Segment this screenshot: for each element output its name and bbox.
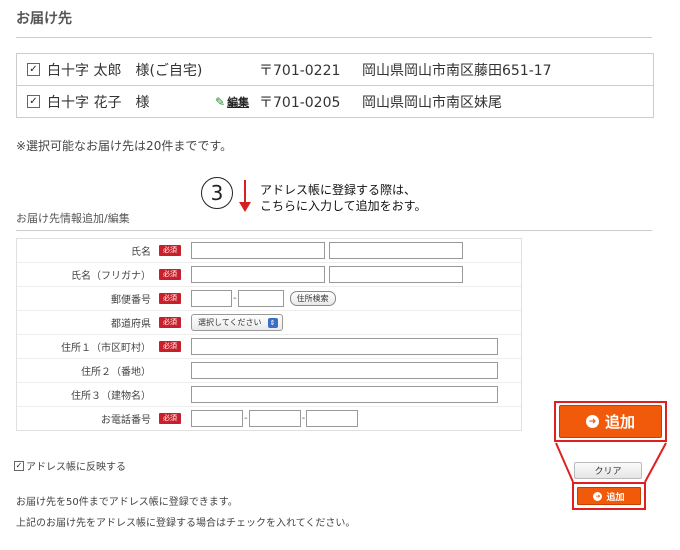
address-text: 岡山県岡山市南区藤田651-17 bbox=[362, 62, 552, 79]
first-name-kana-input[interactable] bbox=[329, 266, 463, 283]
address-row: ✓ 白十字 太郎 様(ご自宅) 〒701-0221 岡山県岡山市南区藤田651-… bbox=[17, 54, 653, 85]
arrow-right-circle-icon: ➜ bbox=[593, 491, 603, 501]
limit-note: ※選択可能なお届け先は20件までです。 bbox=[16, 139, 233, 153]
postal-code-second-input[interactable] bbox=[237, 290, 284, 307]
phone-third-input[interactable] bbox=[306, 410, 359, 427]
form-row-name: 氏名 必須 bbox=[17, 239, 521, 262]
field-label: 都道府県 bbox=[111, 319, 151, 330]
form-row-addr1: 住所１（市区町村） 必須 bbox=[17, 334, 521, 358]
required-badge: 必須 bbox=[159, 245, 181, 256]
address-name: 白十字 太郎 様(ご自宅) bbox=[47, 62, 203, 79]
prefecture-select[interactable]: 選択してください ⇕ bbox=[191, 314, 283, 331]
clear-button[interactable]: クリア bbox=[574, 462, 642, 479]
form-row-addr3: 住所３（建物名） bbox=[17, 382, 521, 406]
reflect-address-book-checkbox[interactable]: ✓ アドレス帳に反映する bbox=[14, 458, 126, 473]
arrow-right-circle-icon: ➜ bbox=[585, 415, 599, 428]
postal-search-button[interactable]: 住所検索 bbox=[289, 291, 336, 306]
address-checkbox[interactable]: ✓ bbox=[27, 95, 40, 108]
arrow-down-icon bbox=[239, 180, 251, 212]
field-label: 住所２（番地） bbox=[81, 367, 151, 378]
add-button-zoomed[interactable]: ➜ 追加 bbox=[559, 405, 662, 438]
checkbox-checked-icon: ✓ bbox=[14, 460, 24, 471]
pencil-icon: ✎ bbox=[215, 95, 226, 109]
edit-link[interactable]: ✎ 編集 bbox=[215, 94, 249, 110]
field-label: お電話番号 bbox=[101, 415, 151, 426]
edit-label: 編集 bbox=[227, 96, 250, 109]
phone-first-input[interactable] bbox=[191, 410, 243, 427]
last-name-input[interactable] bbox=[191, 242, 325, 259]
address1-input[interactable] bbox=[191, 338, 498, 355]
field-label: 氏名 bbox=[131, 247, 151, 258]
phone-second-input[interactable] bbox=[248, 410, 301, 427]
required-badge: 必須 bbox=[159, 413, 181, 424]
postal-code-first-input[interactable] bbox=[191, 290, 232, 307]
address2-input[interactable] bbox=[191, 362, 498, 379]
dash-separator: - bbox=[244, 413, 248, 424]
callout-text: アドレス帳に登録する際は、 こちらに入力して追加をおす。 bbox=[260, 182, 426, 214]
dash-separator: - bbox=[233, 293, 237, 304]
address-row: ✓ 白十字 花子 様 ✎ 編集 〒701-0205 岡山県岡山市南区妹尾 bbox=[17, 85, 653, 117]
callout-line: アドレス帳に登録する際は、 bbox=[260, 183, 417, 197]
callout-line: こちらに入力して追加をおす。 bbox=[260, 199, 427, 213]
address-checkbox[interactable]: ✓ bbox=[27, 63, 40, 76]
required-badge: 必須 bbox=[159, 341, 181, 352]
required-badge: 必須 bbox=[159, 293, 181, 304]
field-label: 氏名（フリガナ） bbox=[71, 271, 151, 282]
address-text: 岡山県岡山市南区妹尾 bbox=[362, 94, 502, 111]
select-arrows-icon: ⇕ bbox=[267, 317, 278, 328]
last-name-kana-input[interactable] bbox=[191, 266, 325, 283]
add-button[interactable]: ➜ 追加 bbox=[577, 487, 641, 505]
dash-separator: - bbox=[301, 413, 306, 424]
required-badge: 必須 bbox=[159, 269, 181, 280]
add-button-label: 追加 bbox=[606, 492, 625, 503]
field-label: 住所３（建物名） bbox=[71, 391, 151, 402]
divider bbox=[16, 230, 652, 231]
required-badge: 必須 bbox=[159, 317, 181, 328]
reflect-label: アドレス帳に反映する bbox=[26, 462, 126, 473]
field-label: 住所１（市区町村） bbox=[61, 343, 151, 354]
step-number-badge: 3 bbox=[201, 177, 233, 209]
form-row-addr2: 住所２（番地） bbox=[17, 358, 521, 382]
address-name: 白十字 花子 様 bbox=[47, 94, 150, 111]
address3-input[interactable] bbox=[191, 386, 498, 403]
field-label: 郵便番号 bbox=[111, 295, 151, 306]
form-row-prefecture: 都道府県 必須 選択してください ⇕ bbox=[17, 310, 521, 334]
first-name-input[interactable] bbox=[329, 242, 463, 259]
section-title: お届け先 bbox=[16, 11, 72, 27]
address-zip: 〒701-0221 bbox=[259, 62, 341, 79]
form-title: お届け先情報追加/編集 bbox=[16, 212, 130, 225]
form-row-kana: 氏名（フリガナ） 必須 bbox=[17, 262, 521, 286]
add-button-label: 追加 bbox=[604, 413, 635, 431]
address-book-note: お届け先を50件までアドレス帳に登録できます。 bbox=[16, 497, 238, 508]
form-row-postal: 郵便番号 必須 - 住所検索 bbox=[17, 286, 521, 310]
address-list: ✓ 白十字 太郎 様(ご自宅) 〒701-0221 岡山県岡山市南区藤田651-… bbox=[16, 53, 654, 118]
address-book-instruction: 上記のお届け先をアドレス帳に登録する場合はチェックを入れてください。 bbox=[16, 518, 356, 529]
divider bbox=[16, 37, 652, 38]
prefecture-select-value: 選択してください bbox=[198, 318, 262, 327]
form-row-phone: お電話番号 必須 - - bbox=[17, 406, 521, 430]
address-form: 氏名 必須 氏名（フリガナ） 必須 郵便番号 必須 - 住所検索 都道府県 必須… bbox=[16, 238, 522, 431]
address-zip: 〒701-0205 bbox=[259, 94, 341, 111]
